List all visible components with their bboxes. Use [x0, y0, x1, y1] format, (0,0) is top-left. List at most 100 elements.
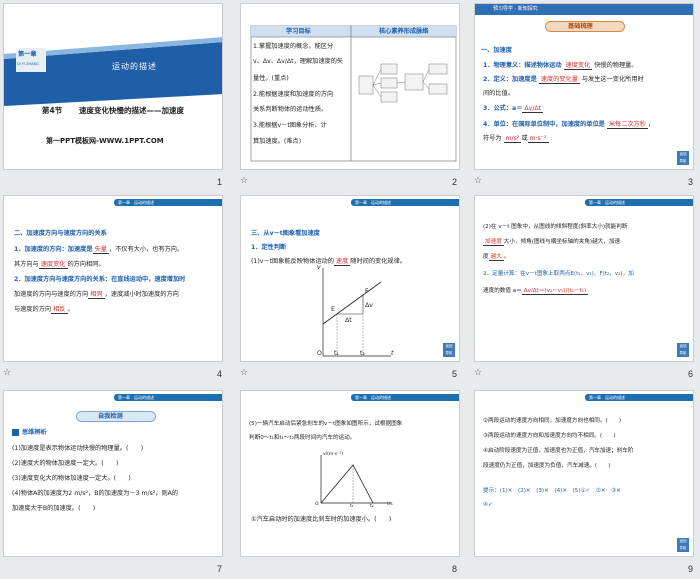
line-5-tail: 。 [67, 306, 74, 313]
item-2-tail: 与发生这一变化所用时 [581, 76, 644, 83]
line-2-tail: 大小，倾角(图线与横坐标轴的夹角)越大，加速 [503, 239, 621, 245]
slide-2-favorite-icon[interactable]: ☆ [240, 176, 248, 186]
graph-dv: Δv [365, 302, 373, 309]
slide-9-thumbnail[interactable]: 第一章 运动的描述 ②两段运动的速度方向相同，加速度方向也相同。( ) ③两段运… [474, 390, 694, 557]
slide-number-6: 6 [688, 369, 694, 379]
item-2-label: 2．定义：加速度是 [483, 76, 537, 83]
line-5-head: 速度的数值 a＝ [483, 288, 522, 294]
chapter-header: 第一章 运动的描述 [114, 394, 222, 401]
slide-4-thumbnail[interactable]: 第一章 运动的描述 二、加速度方向与速度方向的关系 1．加速度的方向：加速度是矢… [3, 195, 223, 362]
line-1-label: 1．加速度的方向：加速度是 [14, 246, 93, 253]
back-button[interactable]: 返回 导航 [677, 151, 689, 165]
item-3: ③两段运动的速度方向和加速度方向均不相同。( ) [483, 433, 616, 439]
line-1-tail: ，不仅有大小，也有方向。 [108, 246, 184, 253]
slide-number-2: 2 [452, 177, 458, 187]
item-4: ④启动阶段速度为正值，加速度也为正值，汽车加速；刹车阶 [483, 448, 634, 454]
formula: Δv/Δt＝(v₂－v₁)/(t₂－t₁) [521, 288, 589, 295]
graph-f: F [365, 288, 369, 295]
item-3: (3)速度变化大的物体加速度一定大。( ) [12, 475, 131, 482]
goal-line-6: 3.能根据v－t图象分析、计 [253, 122, 327, 129]
line-1: (2)在 v－t 图象中，从图线的倾斜程度(斜率大小)就能判断 [483, 224, 628, 230]
line-2-tail: 的方向相同。 [67, 261, 105, 268]
vt-brake-graph [320, 455, 391, 504]
slide-number-8: 8 [452, 564, 458, 574]
slide-3-thumbnail[interactable]: 预习导学 · 新知探究 基础梳理 一、加速度 1．物理意义：描述物体运动 速度变… [474, 3, 694, 170]
slide-number-5: 5 [452, 369, 458, 379]
item-4-cont: 段速度仍为正值，加速度为负值，汽车减速。( ) [483, 463, 611, 469]
item-4-symbol-label: 符号为 [483, 135, 502, 142]
goal-line-7: 算加速度。(难点) [253, 138, 302, 145]
slide-4-favorite-icon[interactable]: ☆ [3, 368, 11, 378]
slide-6-favorite-icon[interactable]: ☆ [474, 368, 482, 378]
slide-1-thumbnail[interactable]: 第一章 DI YI ZHANG 运动的描述 第4节 速度变化快慢的描述——加速度… [3, 3, 223, 170]
graph-t1: t₁ [334, 350, 339, 357]
line-2-head: 其方向与 [14, 261, 39, 268]
line-3: 度越大。 [483, 252, 509, 263]
item-2: (2)速度大的物体加速度一定大。( ) [12, 460, 119, 467]
graph-o: O [317, 350, 322, 357]
slide-3-favorite-icon[interactable]: ☆ [474, 176, 482, 186]
item-1-label: 1．物理意义：描述物体运动 [483, 62, 562, 69]
back-button[interactable]: 返回 导航 [443, 343, 455, 357]
goal-line-5: 关系判断物体的运动性质。 [253, 106, 328, 113]
line-4: 2．定量计算：在v－t图象上取两点E(t₁，v₁)、F(t₂，v₂)，加 [483, 271, 634, 277]
blank-6: m·s⁻² [527, 135, 549, 143]
goal-line-1: 1.掌握加速度的概念，能区分 [253, 43, 334, 50]
line-5: 速度的数值 a＝ Δv/Δt＝(v₂－v₁)/(t₂－t₁) [483, 286, 589, 297]
item-4-comma: ， [647, 121, 655, 128]
item-2-cont: 间的比值。 [483, 90, 514, 97]
heading: 一、加速度 [481, 47, 512, 54]
col2-header: 核心素养形成脉络 [379, 28, 429, 35]
graph-v: v [317, 264, 321, 271]
slide-2-thumbnail[interactable]: 学习目标 核心素养形成脉络 1.掌握加速度的概念，能区分 v、Δv、Δv/Δt，… [240, 3, 460, 170]
graph-t2: t₂ [370, 504, 374, 509]
item-4-cont: 符号为 m/s² 或 m·s⁻² [483, 133, 549, 144]
chapter-header: 第一章 运动的描述 [114, 199, 222, 206]
section-marker-icon [12, 429, 19, 436]
back-button[interactable]: 返回 导航 [677, 343, 689, 357]
line-4-tail: ，速度减小时加速度的方向 [104, 291, 179, 298]
slide-6-thumbnail[interactable]: 第一章 运动的描述 (2)在 v－t 图象中，从图线的倾斜程度(斜率大小)就能判… [474, 195, 694, 362]
back-button[interactable]: 返回 导航 [677, 538, 689, 552]
question-1: ①汽车启动时的加速度比刹车时的加速度小。( ) [251, 516, 392, 523]
item-4-label: 4．单位：在国际单位制中，加速度的单位是 [483, 121, 605, 128]
slide-5-favorite-icon[interactable]: ☆ [240, 368, 248, 378]
slide-number-3: 3 [688, 177, 694, 187]
slide-number-7: 7 [217, 564, 223, 574]
goal-line-4: 2.能根据速度和加速度的方向 [253, 91, 334, 98]
line-2: 加速度 大小，倾角(图线与横坐标轴的夹角)越大，加速 [483, 237, 620, 248]
blank-3: Δv/Δt [522, 105, 544, 113]
blank-1: 矢量 [92, 246, 109, 254]
item-4-or: 或 [521, 135, 528, 142]
graph-t: t [391, 350, 394, 357]
graph-t2: t₂ [360, 350, 365, 357]
blank-1: 加速度 [483, 239, 504, 246]
item-4: (4)物体A的加速度为2 m/s²，B的加速度为－3 m/s²，则A的 [12, 490, 179, 497]
chapter-header: 第一章 运动的描述 [585, 199, 693, 206]
slide-7-thumbnail[interactable]: 第一章 运动的描述 自我检测 思维辨析 (1)加速度是表示物体运动快慢的物理量。… [3, 390, 223, 557]
blank-4: 米每二次方秒 [606, 121, 648, 129]
goal-line-3: 量性。(重点) [253, 75, 289, 82]
slide-number-9: 9 [688, 564, 694, 574]
slide-number-4: 4 [217, 369, 223, 379]
graph-dt: Δt [345, 317, 352, 324]
graph-ylabel: v/(m·s⁻¹) [323, 452, 344, 457]
blank-3: 相同 [88, 291, 105, 299]
sub: 思维辨析 [22, 429, 47, 436]
item-1-tail: 快慢的物理量。 [594, 62, 638, 69]
blank-2: 速度变化 [38, 261, 68, 269]
slide-number-1: 1 [217, 177, 223, 187]
line-1: 1．加速度的方向：加速度是 矢量 ，不仅有大小，也有方向。 [14, 244, 183, 255]
badge: 自我检测 [98, 413, 123, 420]
line-5-head: 与速度的方向 [14, 306, 52, 313]
line-4-head: 加速度的方向与速度的方向 [14, 291, 89, 298]
line-2: 其方向与 速度变化 的方向相同。 [14, 259, 105, 270]
slide-8-thumbnail[interactable]: 第一章 运动的描述 (5)一辆汽车启动后紧急刹车的v－t图象如图所示，试根据图象… [240, 390, 460, 557]
section-label: 第4节 [42, 106, 63, 115]
slide-5-thumbnail[interactable]: 第一章 运动的描述 三、从v－t图象看加速度 1．定性判断 (1)v－t图象能反… [240, 195, 460, 362]
chapter-sub: DI YI ZHANG [17, 62, 39, 66]
badge: 基础梳理 [568, 23, 593, 30]
item-4: 4．单位：在国际单位制中，加速度的单位是 米每二次方秒， [483, 119, 654, 130]
line-3-tail: 。 [503, 254, 510, 260]
graph-o: O [315, 502, 319, 507]
